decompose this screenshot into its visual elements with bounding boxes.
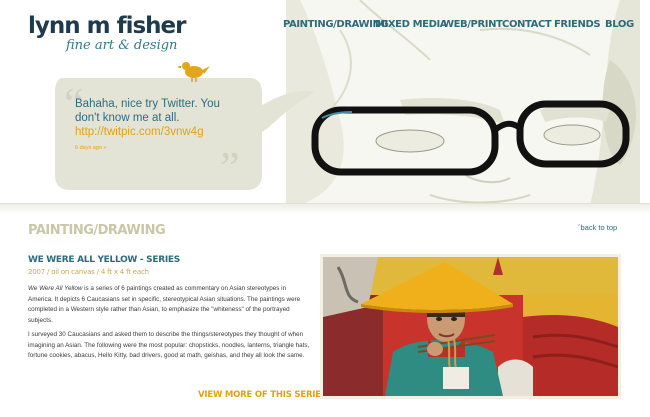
- painting-image[interactable]: [320, 254, 621, 399]
- logo-tagline: fine art & design: [66, 38, 178, 53]
- tweet: Bahaha, nice try Twitter. You don't know…: [75, 97, 235, 151]
- series-title[interactable]: WE WERE ALL YELLOW - SERIES: [28, 255, 180, 265]
- site-logo[interactable]: lynn m fisher fine art & design: [28, 12, 187, 62]
- series-meta: 2007 / oil on canvas / 4 ft x 4 ft each: [28, 268, 149, 276]
- nav-item-web-print[interactable]: WEB/PRINT: [443, 19, 503, 30]
- site-header: “ ” lynn m fisher fine art & design PAIN…: [0, 0, 650, 215]
- painting-illustration: [323, 257, 618, 396]
- tweet-link[interactable]: http://twitpic.com/3vnw4g: [75, 125, 235, 139]
- nav-item-contact[interactable]: CONTACT: [502, 19, 552, 30]
- header-shadow: [0, 204, 650, 214]
- nav-item-mixed-media[interactable]: MIXED MEDIA: [375, 19, 448, 30]
- nav-item-friends[interactable]: FRIENDS: [554, 19, 601, 30]
- series-description-2: I surveyed 30 Caucasians and asked them …: [28, 331, 310, 359]
- tweet-text: Bahaha, nice try Twitter. You don't know…: [75, 98, 220, 124]
- main-nav: PAINTING/DRAWING MIXED MEDIA WEB/PRINT C…: [283, 19, 634, 33]
- back-to-top-link[interactable]: ˆback to top: [578, 223, 617, 232]
- page-title: PAINTING/DRAWING: [28, 223, 166, 238]
- nav-item-blog[interactable]: BLOG: [605, 19, 634, 30]
- view-more-series-link[interactable]: VIEW MORE OF THIS SERIES »: [198, 390, 335, 400]
- nav-item-painting-drawing[interactable]: PAINTING/DRAWING: [283, 19, 389, 30]
- tweet-timestamp[interactable]: 6 days ago »: [75, 145, 235, 151]
- logo-name: lynn m fisher: [28, 13, 187, 39]
- series-description-1: We Were All Yellow is a series of 6 pain…: [28, 284, 312, 326]
- series-name-italic: We Were All Yellow: [28, 285, 83, 292]
